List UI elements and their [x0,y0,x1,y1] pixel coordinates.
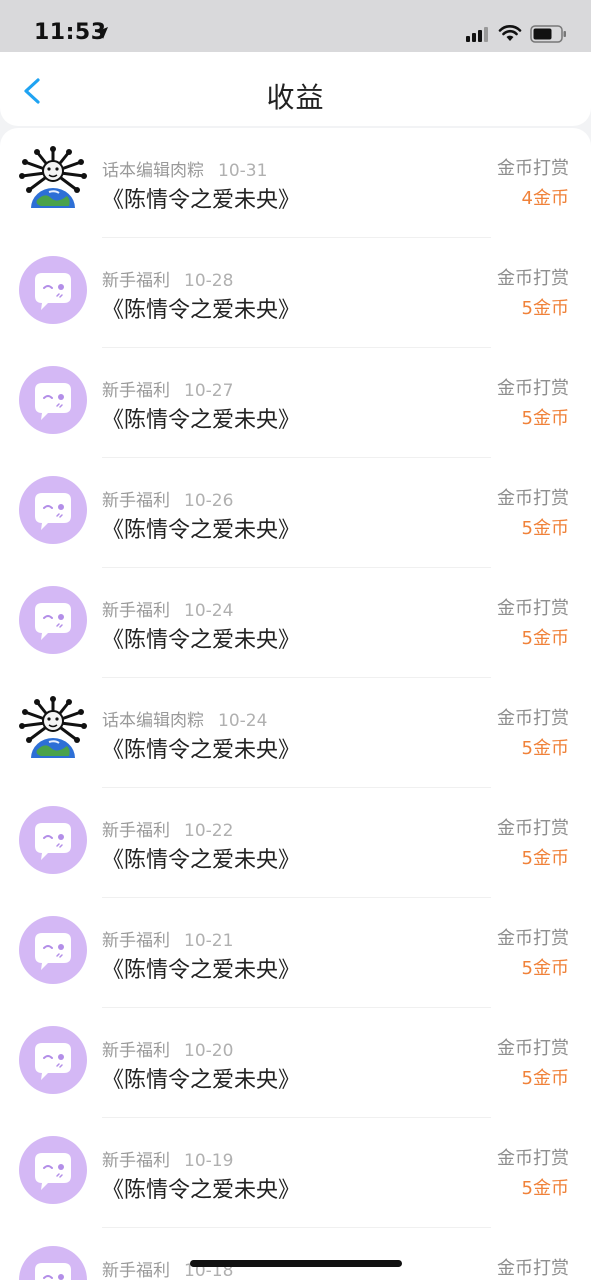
sender-name: 新手福利 [102,821,170,841]
earnings-row[interactable]: 新手福利 10-18 金币打赏 [0,1228,591,1280]
chat-bubble-icon [19,476,87,544]
chat-bubble-icon [19,366,87,434]
earnings-row[interactable]: 新手福利 10-21 《陈情令之爱未央》 金币打赏 5金币 [0,898,591,1008]
book-title: 《陈情令之爱未央》 [102,738,301,763]
book-title: 《陈情令之爱未央》 [102,848,301,873]
chat-bubble-icon [19,1026,87,1094]
chat-bubble-icon [19,256,87,324]
sender-line: 新手福利 10-27 [102,376,233,401]
book-title: 《陈情令之爱未央》 [102,298,301,323]
earnings-row[interactable]: 新手福利 10-22 《陈情令之爱未央》 金币打赏 5金币 [0,788,591,898]
reward-amount: 5金币 [521,408,569,429]
book-title: 《陈情令之爱未央》 [102,408,301,433]
sender-line: 新手福利 10-20 [102,1036,233,1061]
sender-line: 话本编辑肉粽 10-24 [102,706,267,731]
sender-line: 新手福利 10-19 [102,1146,233,1171]
chat-bubble-icon [19,916,87,984]
battery-icon [530,25,566,43]
reward-type: 金币打赏 [497,708,569,729]
sender-name: 话本编辑肉粽 [102,161,204,181]
sender-name: 新手福利 [102,1041,170,1061]
record-date: 10-20 [184,1041,234,1061]
reward-amount: 5金币 [521,518,569,539]
navigation-bar: 收益 [0,52,591,126]
sender-name: 话本编辑肉粽 [102,711,204,731]
sender-name: 新手福利 [102,601,170,621]
sender-name: 新手福利 [102,1261,170,1280]
reward-type: 金币打赏 [497,1148,569,1169]
earnings-row[interactable]: 新手福利 10-26 《陈情令之爱未央》 金币打赏 5金币 [0,458,591,568]
sender-line: 新手福利 10-24 [102,596,233,621]
reward-type: 金币打赏 [497,928,569,949]
reward-amount: 5金币 [521,848,569,869]
reward-amount: 5金币 [521,1068,569,1089]
book-title: 《陈情令之爱未央》 [102,1178,301,1203]
page-title: 收益 [266,81,325,114]
earnings-row[interactable]: 新手福利 10-24 《陈情令之爱未央》 金币打赏 5金币 [0,568,591,678]
earnings-row[interactable]: 新手福利 10-20 《陈情令之爱未央》 金币打赏 5金币 [0,1008,591,1118]
sender-line: 新手福利 10-22 [102,816,233,841]
record-date: 10-21 [184,931,234,951]
record-date: 10-22 [184,821,234,841]
book-title: 《陈情令之爱未央》 [102,958,301,983]
reward-type: 金币打赏 [497,158,569,179]
record-date: 10-31 [218,161,268,181]
reward-type: 金币打赏 [497,488,569,509]
home-indicator[interactable] [190,1260,402,1267]
wifi-icon [498,25,522,41]
sender-line: 新手福利 10-28 [102,266,233,291]
reward-amount: 5金币 [521,1178,569,1199]
sender-line: 新手福利 10-26 [102,486,233,511]
reward-amount: 5金币 [521,628,569,649]
editor-avatar [19,696,87,764]
chat-bubble-icon [19,806,87,874]
book-title: 《陈情令之爱未央》 [102,1068,301,1093]
sender-name: 新手福利 [102,491,170,511]
reward-amount: 5金币 [521,958,569,979]
earnings-row[interactable]: 新手福利 10-28 《陈情令之爱未央》 金币打赏 5金币 [0,238,591,348]
sender-name: 新手福利 [102,1151,170,1171]
reward-type: 金币打赏 [497,268,569,289]
reward-amount: 5金币 [521,738,569,759]
reward-type: 金币打赏 [497,378,569,399]
record-date: 10-27 [184,381,234,401]
status-bar: 11:53 [0,0,591,52]
sender-line: 话本编辑肉粽 10-31 [102,156,267,181]
record-date: 10-19 [184,1151,234,1171]
cellular-signal-icon [466,27,488,42]
reward-amount: 5金币 [521,298,569,319]
sender-name: 新手福利 [102,381,170,401]
earnings-row[interactable]: 新手福利 10-27 《陈情令之爱未央》 金币打赏 5金币 [0,348,591,458]
record-date: 10-28 [184,271,234,291]
record-date: 10-24 [184,601,234,621]
sender-name: 新手福利 [102,271,170,291]
earnings-row[interactable]: 新手福利 10-19 《陈情令之爱未央》 金币打赏 5金币 [0,1118,591,1228]
editor-avatar [19,146,87,214]
record-date: 10-24 [218,711,268,731]
reward-type: 金币打赏 [497,598,569,619]
sender-line: 新手福利 10-21 [102,926,233,951]
chat-bubble-icon [19,586,87,654]
reward-type: 金币打赏 [497,1038,569,1059]
earnings-row[interactable]: 话本编辑肉粽 10-24 《陈情令之爱未央》 金币打赏 5金币 [0,678,591,788]
reward-type: 金币打赏 [497,1258,569,1279]
reward-type: 金币打赏 [497,818,569,839]
chat-bubble-icon [19,1246,87,1280]
book-title: 《陈情令之爱未央》 [102,518,301,543]
book-title: 《陈情令之爱未央》 [102,188,301,213]
earnings-list: 话本编辑肉粽 10-31 《陈情令之爱未央》 金币打赏 4金币 新手福利 10-28… [0,128,591,1280]
book-title: 《陈情令之爱未央》 [102,628,301,653]
earnings-row[interactable]: 话本编辑肉粽 10-31 《陈情令之爱未央》 金币打赏 4金币 [0,128,591,238]
location-arrow-icon [96,27,108,39]
reward-amount: 4金币 [521,188,569,209]
sender-name: 新手福利 [102,931,170,951]
record-date: 10-26 [184,491,234,511]
chat-bubble-icon [19,1136,87,1204]
